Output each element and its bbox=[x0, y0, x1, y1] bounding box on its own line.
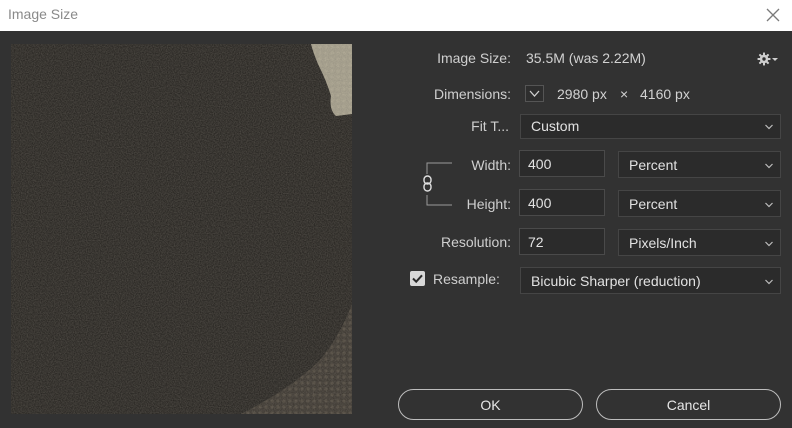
dialog-title: Image Size bbox=[8, 6, 79, 22]
ok-button-label: OK bbox=[480, 396, 501, 413]
dimensions-unit-toggle[interactable] bbox=[525, 85, 544, 102]
close-button[interactable] bbox=[760, 2, 786, 28]
resolution-unit-value: Pixels/Inch bbox=[629, 235, 697, 251]
image-size-label: Image Size: bbox=[437, 50, 511, 66]
chevron-down-icon bbox=[765, 163, 773, 169]
resample-label: Resample: bbox=[433, 271, 500, 287]
chevron-down-icon bbox=[765, 124, 773, 130]
chevron-down-icon bbox=[765, 202, 773, 208]
fit-to-label: Fit T... bbox=[471, 118, 509, 134]
dimensions-width: 2980 px bbox=[557, 86, 607, 102]
cancel-button-label: Cancel bbox=[666, 396, 711, 413]
height-input[interactable] bbox=[519, 189, 605, 216]
height-unit-dropdown[interactable]: Percent bbox=[618, 190, 781, 217]
resample-checkbox[interactable] bbox=[410, 271, 425, 286]
resample-value: Bicubic Sharper (reduction) bbox=[531, 273, 701, 289]
fit-to-value: Custom bbox=[531, 118, 580, 134]
width-label: Width: bbox=[471, 157, 511, 173]
width-unit-value: Percent bbox=[629, 157, 678, 173]
resolution-label: Resolution: bbox=[440, 234, 511, 250]
image-size-value: 35.5M (was 2.22M) bbox=[526, 50, 646, 66]
dimensions-times: × bbox=[620, 86, 629, 102]
dimensions-height: 4160 px bbox=[640, 86, 690, 102]
image-preview[interactable] bbox=[11, 44, 352, 414]
ok-button[interactable]: OK bbox=[398, 389, 583, 420]
resolution-unit-dropdown[interactable]: Pixels/Inch bbox=[618, 229, 781, 256]
height-unit-value: Percent bbox=[629, 196, 678, 212]
gear-icon bbox=[757, 52, 778, 66]
cancel-button[interactable]: Cancel bbox=[596, 389, 781, 420]
title-bar: Image Size bbox=[0, 0, 792, 31]
chevron-down-icon bbox=[529, 90, 540, 97]
width-unit-dropdown[interactable]: Percent bbox=[618, 151, 781, 178]
fit-to-dropdown[interactable]: Custom bbox=[520, 114, 781, 139]
width-input[interactable] bbox=[519, 150, 605, 177]
height-label: Height: bbox=[466, 196, 511, 212]
resample-dropdown[interactable]: Bicubic Sharper (reduction) bbox=[520, 267, 781, 294]
chevron-down-icon bbox=[765, 241, 773, 247]
dimensions-label: Dimensions: bbox=[433, 86, 511, 102]
resolution-input[interactable] bbox=[519, 228, 605, 255]
chevron-down-icon bbox=[765, 279, 773, 285]
close-icon bbox=[766, 8, 780, 22]
preview-image bbox=[11, 44, 352, 414]
checkmark-icon bbox=[412, 274, 423, 284]
settings-button[interactable] bbox=[756, 50, 782, 68]
